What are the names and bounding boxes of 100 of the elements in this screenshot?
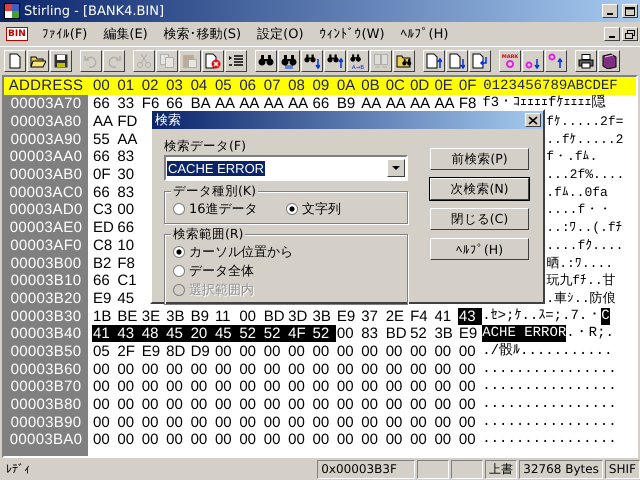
menu-item[interactable]: 編集(E) <box>95 23 156 45</box>
max-icon <box>625 6 635 16</box>
hex-cell-text: C3 <box>92 201 114 218</box>
radio-button[interactable] <box>173 203 185 215</box>
toolbar-button[interactable] <box>278 50 300 72</box>
search-combo-box[interactable]: CACHE ERROR <box>164 155 408 181</box>
hex-cell-text: 00 <box>287 378 306 396</box>
hex-cell-text: 2F <box>116 342 136 360</box>
radio-button[interactable] <box>286 203 298 215</box>
hex-cell-text: 66 <box>92 184 111 201</box>
toolbar-button[interactable] <box>4 50 26 72</box>
menu-item[interactable]: 検索･移動(S) <box>156 23 250 45</box>
radio-label: カーソル位置から <box>189 244 293 261</box>
hex-cell-text: 00 <box>238 360 258 378</box>
restore-button[interactable] <box>622 27 638 41</box>
toolbar-button[interactable] <box>598 50 620 72</box>
hex-cell-text: 66 <box>92 148 111 166</box>
page-down-icon <box>449 53 465 69</box>
hex-cell-text: 00 <box>287 414 306 431</box>
toolbar-button[interactable] <box>446 50 468 72</box>
toolbar-button[interactable] <box>522 50 544 72</box>
hex-cell-text: 10 <box>116 236 136 254</box>
hex-cell-text: 0F <box>92 166 112 184</box>
toolbar-button[interactable] <box>202 50 224 72</box>
header-cell-text: 09 <box>312 77 330 94</box>
hex-cell-text: 00 <box>360 360 379 378</box>
hex-cell-text: AA <box>262 95 285 112</box>
hex-cell-text: 00 <box>140 360 160 378</box>
hex-cell-text: 33 <box>116 95 136 112</box>
folder-binoculars-icon <box>396 53 412 69</box>
header-cell-text: 0A <box>336 77 356 94</box>
toolbar-button[interactable] <box>469 50 491 72</box>
toolbar-button[interactable] <box>301 50 323 72</box>
restore-icon <box>625 30 635 38</box>
group-label: 検索範囲(R) <box>171 226 246 243</box>
ascii-text: C <box>601 308 610 325</box>
minimize-button[interactable] <box>604 27 620 41</box>
toolbar-button[interactable] <box>255 50 277 72</box>
hex-cell-text: 00 <box>433 378 452 396</box>
toolbar-button[interactable] <box>27 50 49 72</box>
header-cell-text: 02 <box>140 77 160 94</box>
minimize-button[interactable] <box>602 4 618 18</box>
toolbar-button[interactable] <box>423 50 445 72</box>
hex-cell-text: 00 <box>214 414 233 431</box>
hex-cell-text: 00 <box>360 378 379 396</box>
hex-cell-text: 00 <box>262 414 282 431</box>
hex-cell: 41 <box>92 325 116 342</box>
dialog-button[interactable]: ﾍﾙﾌﾟ(H) <box>430 238 529 260</box>
app-grid-icon <box>4 3 20 19</box>
hex-cell-text: 00 <box>312 396 330 414</box>
dialog-button[interactable]: 前検索(P) <box>430 148 529 170</box>
close-button[interactable] <box>525 113 541 127</box>
page-return-icon <box>472 53 488 69</box>
radio-button[interactable] <box>173 246 185 258</box>
book-icon <box>601 53 617 69</box>
hex-cell: 45 <box>214 325 238 342</box>
toolbar-button[interactable] <box>575 50 597 72</box>
hex-cell-text: 3B <box>433 325 454 342</box>
address-cell-text: 00003A70 <box>10 95 82 112</box>
address-cell-text: 00003B10 <box>10 272 82 290</box>
page-delete-icon <box>205 53 221 69</box>
hex-cell-text: 00 <box>409 342 428 360</box>
hex-cell-text: AA <box>214 95 236 112</box>
hex-cell-text: AA <box>409 95 432 112</box>
maximize-button[interactable] <box>622 4 638 18</box>
hex-cell-text: D9 <box>190 342 211 360</box>
toolbar-button[interactable] <box>225 50 247 72</box>
hex-cell-text: F8 <box>116 254 136 272</box>
menu-item[interactable]: ﾌｧｲﾙ(F) <box>34 24 96 44</box>
toolbar-button[interactable] <box>545 50 567 72</box>
radio-button[interactable] <box>173 265 185 277</box>
hex-cell-text: 00 <box>140 414 160 431</box>
hex-cell-text: 00 <box>433 431 452 448</box>
menu-item[interactable]: ﾍﾙﾌﾟ(H) <box>392 24 456 44</box>
hex-cell-text: FD <box>116 113 138 130</box>
hex-cell-text: 00 <box>190 396 208 414</box>
header-cell-text: 0E <box>433 77 454 94</box>
hex-cell-text: 00 <box>165 378 184 396</box>
address-cell-text: 00003AC0 <box>8 184 84 201</box>
ascii-text: .車ｼ..防俍 <box>546 290 616 307</box>
redo-icon <box>106 53 122 69</box>
hex-cell-text: 00 <box>92 431 111 448</box>
hex-cell-text: 00 <box>92 396 111 414</box>
hex-cell-text: 00 <box>409 431 428 448</box>
ascii-text: .fﾑ..0fa <box>546 184 608 201</box>
hex-cell-text: 00 <box>190 431 208 448</box>
dialog-button[interactable]: 次検索(N) <box>430 178 529 200</box>
menu-item[interactable]: 設定(O) <box>249 23 312 45</box>
hex-cell-text: 00 <box>238 308 258 325</box>
hex-cell-text: 3B <box>312 308 332 325</box>
toolbar-button[interactable] <box>324 50 346 72</box>
radio-label: 16進データ <box>189 201 258 218</box>
toolbar-button[interactable] <box>393 50 415 72</box>
dropdown-button[interactable] <box>387 159 405 177</box>
document-icon[interactable]: BIN <box>6 27 28 41</box>
dialog-button[interactable]: 閉じる(C) <box>430 208 529 230</box>
hex-cell: 4F <box>287 325 312 342</box>
menu-item[interactable]: ｳｨﾝﾄﾞｳ(W) <box>312 24 393 44</box>
toolbar-button[interactable] <box>50 50 72 72</box>
header-cell-text: 07 <box>262 77 282 94</box>
